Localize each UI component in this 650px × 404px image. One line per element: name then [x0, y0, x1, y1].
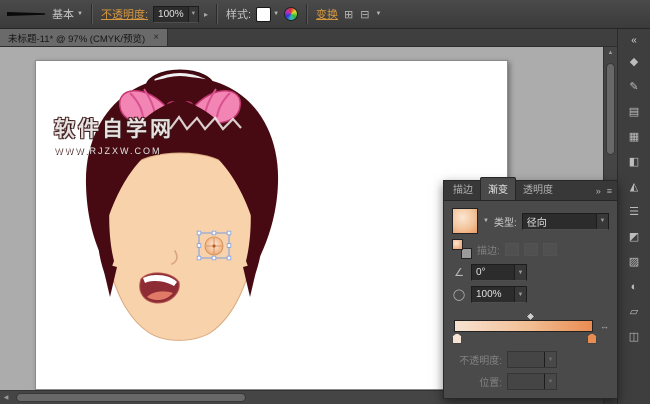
layers-panel-icon[interactable]: ▱ — [621, 300, 647, 323]
artboards-panel-icon[interactable]: ◫ — [621, 325, 647, 348]
angle-icon: ∠ — [452, 266, 466, 279]
gradient-angle-value: 0° — [472, 267, 514, 278]
aspect-ratio-field[interactable]: 100% ▼ — [471, 286, 527, 303]
gradient-stop-start[interactable] — [452, 333, 462, 344]
gradient-type-value: 径向 — [523, 214, 596, 229]
brush-definition-label: 基本 — [52, 6, 74, 22]
chevron-down-icon[interactable]: ▼ — [483, 218, 489, 224]
tab-stroke[interactable]: 描边 — [446, 178, 480, 200]
chevron-down-icon[interactable]: ▼ — [514, 287, 526, 302]
stroke-preview[interactable] — [7, 7, 47, 21]
tools-panel-icon[interactable]: ◆ — [621, 50, 647, 73]
document-tab-bar: 未标题-11* @ 97% (CMYK/预览) × — [0, 29, 617, 47]
distribute-icon[interactable]: ⊟ — [359, 8, 370, 21]
color-panel-icon[interactable]: ◧ — [621, 150, 647, 173]
panel-menu-icon[interactable]: ≡ — [604, 186, 615, 200]
gradient-panel: 描边 渐变 透明度 » ≡ ▼ 类型: 径向 ▼ — [443, 180, 618, 399]
vertical-scroll-thumb[interactable] — [606, 63, 615, 155]
artboard[interactable]: 软件自学网 WWW.RJZXW.COM — [35, 60, 508, 390]
horizontal-scroll-thumb[interactable] — [16, 393, 246, 402]
aspect-ratio-icon: ◯ — [452, 288, 466, 301]
gradient-along-stroke-icon[interactable] — [524, 243, 538, 256]
control-bar: 基本 ▼ 不透明度: 100% ▼ ▸ 样式: ▼ 变换 ⊞ ⊟ ▼ — [0, 0, 650, 29]
chevron-down-icon[interactable]: ▼ — [188, 7, 198, 22]
stop-opacity-label: 不透明度: — [452, 352, 502, 367]
swatches-panel-icon[interactable]: ▤ — [621, 100, 647, 123]
stop-position-field[interactable]: ▼ — [507, 373, 557, 390]
chevron-down-icon[interactable]: ▼ — [375, 11, 381, 17]
align-icon[interactable]: ⊞ — [343, 8, 354, 21]
opacity-value: 100% — [154, 9, 188, 20]
gradient-slider[interactable]: ↔ — [452, 312, 609, 344]
brush-definition-dropdown[interactable]: 基本 ▼ — [52, 6, 83, 22]
opacity-field[interactable]: 100% ▼ — [153, 6, 199, 23]
transform-link[interactable]: 变换 — [316, 6, 338, 22]
divider — [306, 4, 308, 24]
stop-position-label: 位置: — [452, 374, 502, 389]
scroll-left-icon[interactable]: ◀ — [0, 391, 12, 404]
chevron-down-icon: ▼ — [77, 11, 83, 17]
gradient-angle-field[interactable]: 0° ▼ — [471, 264, 527, 281]
color-guide-panel-icon[interactable]: ◭ — [621, 175, 647, 198]
document-title: 未标题-11* @ 97% (CMYK/预览) — [8, 31, 145, 45]
chevron-down-icon: ▼ — [273, 11, 279, 17]
stroke-label: 描边: — [477, 242, 500, 257]
gradient-bar[interactable] — [454, 320, 593, 332]
type-label: 类型: — [494, 214, 517, 229]
gradient-panel-tabs: 描边 渐变 透明度 » ≡ — [444, 181, 617, 201]
scroll-up-icon[interactable]: ▲ — [604, 47, 617, 59]
fill-square-icon — [452, 239, 463, 250]
gradient-panel-icon[interactable]: ◩ — [621, 225, 647, 248]
close-icon[interactable]: × — [153, 32, 159, 43]
chevron-down-icon: ▼ — [544, 374, 556, 389]
panel-dock: « ◆ ✎ ▤ ▦ ◧ ◭ ☰ ◩ ▨ ◐ ▱ ◫ — [617, 29, 650, 404]
document-tab[interactable]: 未标题-11* @ 97% (CMYK/预览) × — [0, 29, 168, 46]
chevron-down-icon[interactable]: ▼ — [514, 265, 526, 280]
transparency-panel-icon[interactable]: ▨ — [621, 250, 647, 273]
collapse-dock-icon[interactable]: « — [621, 32, 647, 48]
gradient-swatch[interactable] — [452, 208, 478, 234]
recolor-artwork-icon[interactable] — [284, 7, 298, 21]
stop-opacity-field[interactable]: ▼ — [507, 351, 557, 368]
divider — [91, 4, 93, 24]
stroke-panel-icon[interactable]: ☰ — [621, 200, 647, 223]
flyout-arrow-icon[interactable]: ▸ — [204, 10, 208, 19]
gradient-across-stroke-icon[interactable] — [543, 243, 557, 256]
style-label: 样式: — [226, 6, 251, 22]
tab-gradient[interactable]: 渐变 — [480, 177, 516, 200]
gradient-panel-body: ▼ 类型: 径向 ▼ 描边: ∠ 0° — [444, 201, 617, 398]
panel-collapse-icon[interactable]: » — [593, 186, 604, 200]
gradient-type-select[interactable]: 径向 ▼ — [522, 213, 609, 230]
fill-stroke-indicator-icon[interactable] — [452, 239, 472, 259]
style-dropdown[interactable]: ▼ — [256, 7, 279, 22]
gradient-within-stroke-icon[interactable] — [505, 243, 519, 256]
stroke-line-icon — [7, 12, 45, 16]
chevron-down-icon[interactable]: ▼ — [596, 214, 608, 229]
opacity-link[interactable]: 不透明度: — [101, 6, 148, 22]
reverse-gradient-icon[interactable]: ↔ — [600, 321, 609, 331]
symbols-panel-icon[interactable]: ▦ — [621, 125, 647, 148]
girl-face-artwork[interactable] — [58, 65, 308, 390]
aspect-ratio-value: 100% — [472, 289, 514, 300]
illustrator-window: 基本 ▼ 不透明度: 100% ▼ ▸ 样式: ▼ 变换 ⊞ ⊟ ▼ 未标题-1… — [0, 0, 650, 404]
style-swatch-icon — [256, 7, 271, 22]
appearance-panel-icon[interactable]: ◐ — [621, 275, 647, 298]
tab-transparency[interactable]: 透明度 — [516, 178, 560, 200]
chevron-down-icon: ▼ — [544, 352, 556, 367]
brushes-panel-icon[interactable]: ✎ — [621, 75, 647, 98]
gradient-stop-end[interactable] — [587, 333, 597, 344]
divider — [216, 4, 218, 24]
